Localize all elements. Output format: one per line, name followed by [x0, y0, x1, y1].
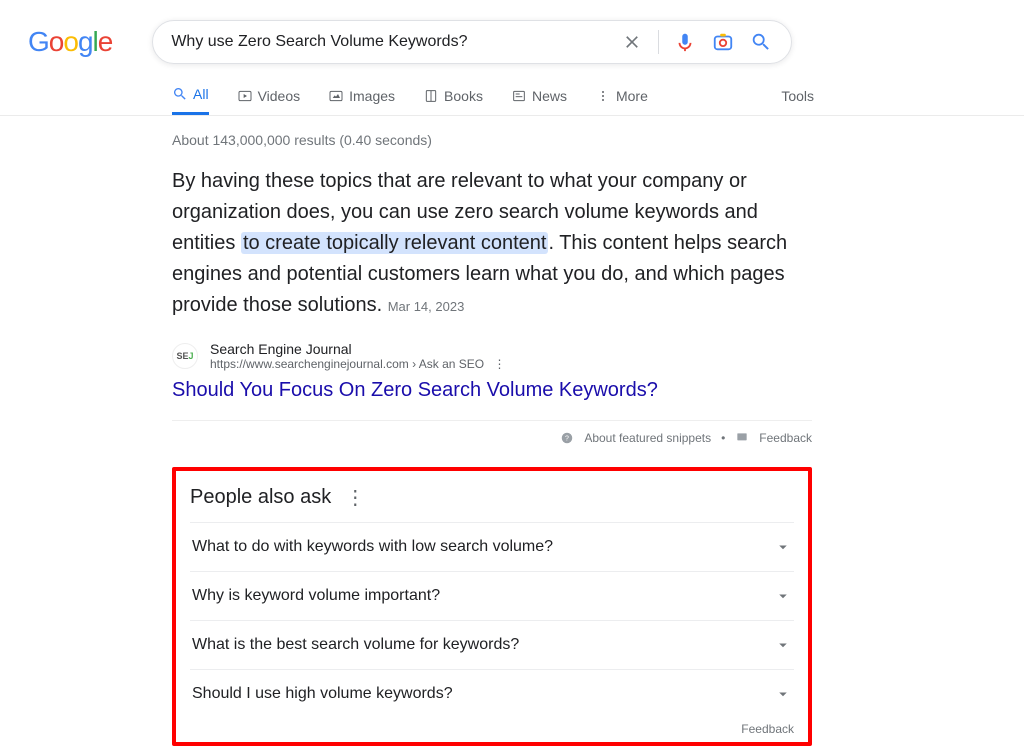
paa-item[interactable]: What is the best search volume for keywo…	[190, 620, 794, 669]
chevron-down-icon	[774, 685, 792, 703]
paa-question: What is the best search volume for keywo…	[192, 636, 519, 654]
search-icon[interactable]	[749, 31, 773, 53]
camera-icon[interactable]	[711, 31, 735, 53]
separator	[658, 30, 659, 54]
dot-separator: •	[721, 431, 725, 445]
result-title-link[interactable]: Should You Focus On Zero Search Volume K…	[172, 379, 812, 402]
paa-title: People also ask	[190, 486, 331, 509]
paa-feedback-link[interactable]: Feedback	[190, 722, 794, 736]
tab-label: Images	[349, 88, 395, 104]
tab-label: News	[532, 88, 567, 104]
mic-icon[interactable]	[673, 31, 697, 53]
tab-images[interactable]: Images	[328, 88, 395, 114]
tab-label: All	[193, 86, 209, 102]
paa-question: Why is keyword volume important?	[192, 587, 440, 605]
tab-label: Videos	[258, 88, 301, 104]
search-input[interactable]	[171, 33, 606, 51]
snippet-date: Mar 14, 2023	[388, 299, 465, 314]
feedback-link[interactable]: Feedback	[759, 431, 812, 445]
google-logo[interactable]: Google	[28, 26, 112, 58]
paa-heading: People also ask ⋮	[190, 485, 794, 510]
search-bar	[152, 20, 792, 64]
help-icon: ?	[560, 431, 574, 445]
result-stats: About 143,000,000 results (0.40 seconds)	[172, 132, 812, 148]
paa-item[interactable]: Should I use high volume keywords?	[190, 669, 794, 718]
feedback-icon	[735, 431, 749, 445]
featured-snippet-footer: ? About featured snippets • Feedback	[172, 420, 812, 457]
tab-videos[interactable]: Videos	[237, 88, 301, 114]
people-also-ask: People also ask ⋮ What to do with keywor…	[172, 467, 812, 746]
tools-button[interactable]: Tools	[781, 88, 814, 114]
tab-label: Books	[444, 88, 483, 104]
tab-news[interactable]: News	[511, 88, 567, 114]
about-featured-snippets-link[interactable]: About featured snippets	[584, 431, 711, 445]
tabs-row: All Videos Images Books News More Tools	[172, 86, 1024, 115]
source-name: Search Engine Journal	[210, 341, 505, 357]
paa-item[interactable]: What to do with keywords with low search…	[190, 522, 794, 571]
svg-text:?: ?	[565, 435, 569, 442]
paa-question: What to do with keywords with low search…	[192, 538, 553, 556]
paa-question: Should I use high volume keywords?	[192, 685, 453, 703]
chevron-down-icon	[774, 587, 792, 605]
snippet-highlight: to create topically relevant content	[241, 232, 549, 254]
paa-menu-icon[interactable]: ⋮	[345, 485, 365, 510]
tab-label: More	[616, 88, 648, 104]
tab-all[interactable]: All	[172, 86, 209, 115]
source-url: https://www.searchenginejournal.com › As…	[210, 357, 484, 371]
source-menu-icon[interactable]: ⋮	[493, 357, 505, 371]
featured-snippet: By having these topics that are relevant…	[172, 166, 812, 321]
result-source: SEJ Search Engine Journal https://www.se…	[172, 341, 812, 371]
tab-books[interactable]: Books	[423, 88, 483, 114]
paa-item[interactable]: Why is keyword volume important?	[190, 571, 794, 620]
tabs-divider	[0, 115, 1024, 116]
chevron-down-icon	[774, 636, 792, 654]
clear-icon[interactable]	[620, 32, 644, 52]
tab-more[interactable]: More	[595, 88, 648, 114]
source-favicon: SEJ	[172, 343, 198, 369]
chevron-down-icon	[774, 538, 792, 556]
